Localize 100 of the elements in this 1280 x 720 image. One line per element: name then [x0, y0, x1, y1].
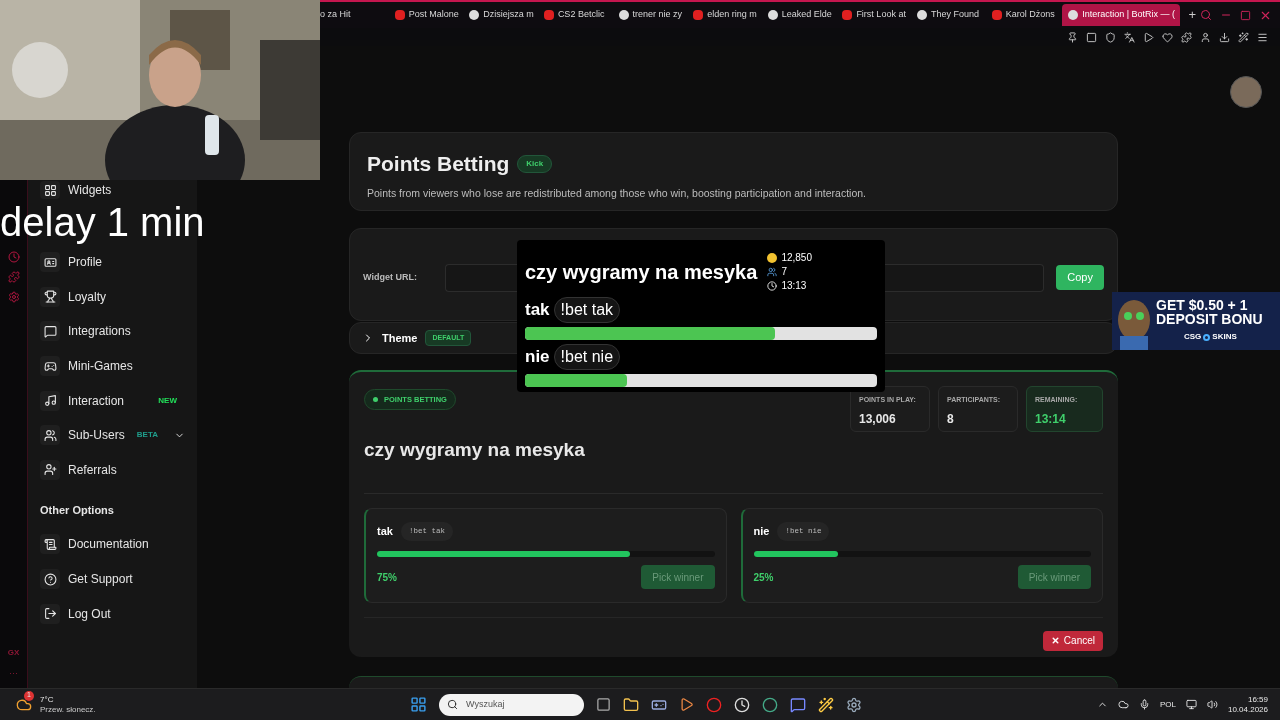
sidebar-badge-label: BETA: [136, 429, 158, 442]
browser-tab[interactable]: trener nie zy: [614, 4, 690, 26]
taskbar-search-field[interactable]: Wyszukaj: [439, 693, 584, 716]
browser-tab[interactable]: First Look at: [838, 4, 913, 26]
user-plus-icon: [43, 463, 57, 477]
avatar[interactable]: [1230, 76, 1262, 108]
theme-label: Theme: [382, 330, 418, 346]
clock-date[interactable]: 10.04.2026: [1227, 704, 1268, 715]
coin-icon: [767, 253, 778, 263]
ad-banner[interactable]: GET $0.50 + 1 DEPOSIT BONU CSG SKINS: [1112, 292, 1280, 350]
shield-icon[interactable]: [1105, 31, 1116, 43]
brand-logo-icon: [1203, 333, 1211, 341]
ring-icon[interactable]: [706, 696, 722, 713]
pin-icon[interactable]: [1067, 31, 1078, 43]
wand-icon[interactable]: [818, 696, 834, 713]
sidebar-label: Interaction: [68, 392, 125, 410]
sidebar-item[interactable]: Documentation: [36, 527, 189, 562]
browser-tab[interactable]: CS2 Betclic: [539, 4, 615, 26]
sidebar-label: Widgets: [68, 182, 112, 199]
close-icon: [1050, 636, 1060, 646]
widget-url-field[interactable]: [885, 263, 1045, 292]
language-indicator[interactable]: POL: [1159, 698, 1176, 711]
folder-icon[interactable]: [623, 696, 639, 713]
vote-percent: 25%: [753, 570, 774, 585]
preview-time: 13:13: [781, 279, 807, 293]
sidebar-item[interactable]: Widgets: [36, 181, 189, 199]
browser-tab[interactable]: o za Hit: [316, 4, 391, 26]
sidebar-item[interactable]: Get Support: [36, 561, 189, 597]
monitor-icon[interactable]: [1185, 699, 1197, 710]
favicon-icon: [543, 10, 554, 20]
sidebar-item[interactable]: Interaction NEW: [36, 383, 189, 418]
ad-subline: DEPOSIT BONU: [1156, 312, 1263, 326]
volume-icon[interactable]: [1206, 699, 1218, 710]
bet-question: czy wygramy na mesyka: [364, 438, 585, 463]
start-icon[interactable]: [410, 696, 427, 713]
preview-option-name: tak: [525, 299, 550, 322]
help-icon: [43, 572, 57, 586]
browser-tab[interactable]: Interaction | BotRix — (: [1062, 4, 1181, 26]
sidebar-label: Integrations: [68, 323, 131, 341]
translate-icon[interactable]: [1124, 31, 1135, 43]
task-view-icon[interactable]: [596, 697, 611, 712]
other-options-heading: Other Options: [39, 502, 115, 518]
download-icon[interactable]: [1219, 31, 1230, 43]
maximize-icon[interactable]: [1240, 9, 1252, 21]
play-icon[interactable]: [679, 697, 694, 712]
trophy-icon: [43, 290, 57, 304]
play-icon[interactable]: [1143, 31, 1154, 43]
weather-condition: Przew. słonecz.: [40, 704, 96, 715]
sidebar-label: Profile: [68, 254, 102, 272]
sidebar-item[interactable]: Log Out: [36, 596, 189, 631]
log-out-icon: [43, 607, 57, 621]
chat-icon[interactable]: [790, 696, 806, 713]
sidebar-item[interactable]: Integrations: [36, 314, 189, 349]
browser-tab[interactable]: Dzisiejsza m: [465, 4, 540, 26]
preview-command: !bet nie: [553, 344, 621, 370]
browser-tab[interactable]: Karol Dżons: [987, 4, 1063, 26]
microphone-icon[interactable]: [1138, 699, 1150, 710]
sidebar-item[interactable]: Profile: [36, 245, 189, 280]
cloud-icon[interactable]: [1117, 699, 1129, 710]
browser-tab[interactable]: Leaked Elde: [763, 4, 839, 26]
browser-tab[interactable]: They Found: [913, 4, 988, 26]
settings-icon[interactable]: [846, 696, 862, 713]
sidebar-label: Loyalty: [68, 288, 107, 306]
search-icon: [447, 699, 458, 710]
vote-percent: 75%: [377, 570, 397, 585]
sidebar-item[interactable]: Referrals: [36, 452, 189, 488]
cancel-button[interactable]: Cancel: [1042, 630, 1103, 651]
ad-brand: CSG: [1184, 331, 1202, 343]
sidebar-item[interactable]: Loyalty: [36, 279, 189, 315]
wand-icon[interactable]: [1238, 31, 1249, 43]
option-name: tak: [377, 524, 393, 540]
grid-icon: [43, 183, 57, 197]
favicon-icon: [842, 10, 853, 20]
new-tab-button[interactable]: +: [1184, 5, 1201, 25]
favicon-icon: [1068, 10, 1079, 20]
menu-icon[interactable]: [1257, 31, 1268, 43]
chat-icon: [43, 325, 57, 338]
id-card-icon: [43, 255, 57, 269]
sidebar-label: Referrals: [68, 461, 117, 479]
gamepad-icon: [43, 359, 57, 373]
platform-tag: Kick: [517, 154, 553, 173]
scroll-icon: [43, 537, 57, 551]
heart-icon[interactable]: [1162, 31, 1173, 43]
sidebar-label: Sub-Users: [68, 427, 125, 445]
sidebar-label: Get Support: [68, 571, 133, 589]
favicon-icon: [394, 10, 405, 20]
favicon-icon: [767, 10, 778, 20]
user-icon[interactable]: [1200, 31, 1211, 43]
stream-caption: delay 1 min: [0, 199, 205, 245]
sidebar-item[interactable]: Sub-Users BETA: [36, 417, 189, 453]
stat-value: 13,006: [859, 410, 897, 428]
search-icon[interactable]: [1200, 9, 1213, 21]
sidebar-item[interactable]: Mini-Games: [36, 348, 189, 384]
favicon-icon: [991, 10, 1002, 20]
favicon-icon: [618, 10, 629, 20]
clock-time[interactable]: 16:59: [1247, 694, 1268, 705]
search-placeholder: Wyszukaj: [466, 697, 505, 711]
browser-tab[interactable]: elden ring m: [689, 4, 764, 26]
browser-tab[interactable]: Post Malone: [390, 4, 466, 26]
page-title: Points Betting: [367, 151, 510, 177]
